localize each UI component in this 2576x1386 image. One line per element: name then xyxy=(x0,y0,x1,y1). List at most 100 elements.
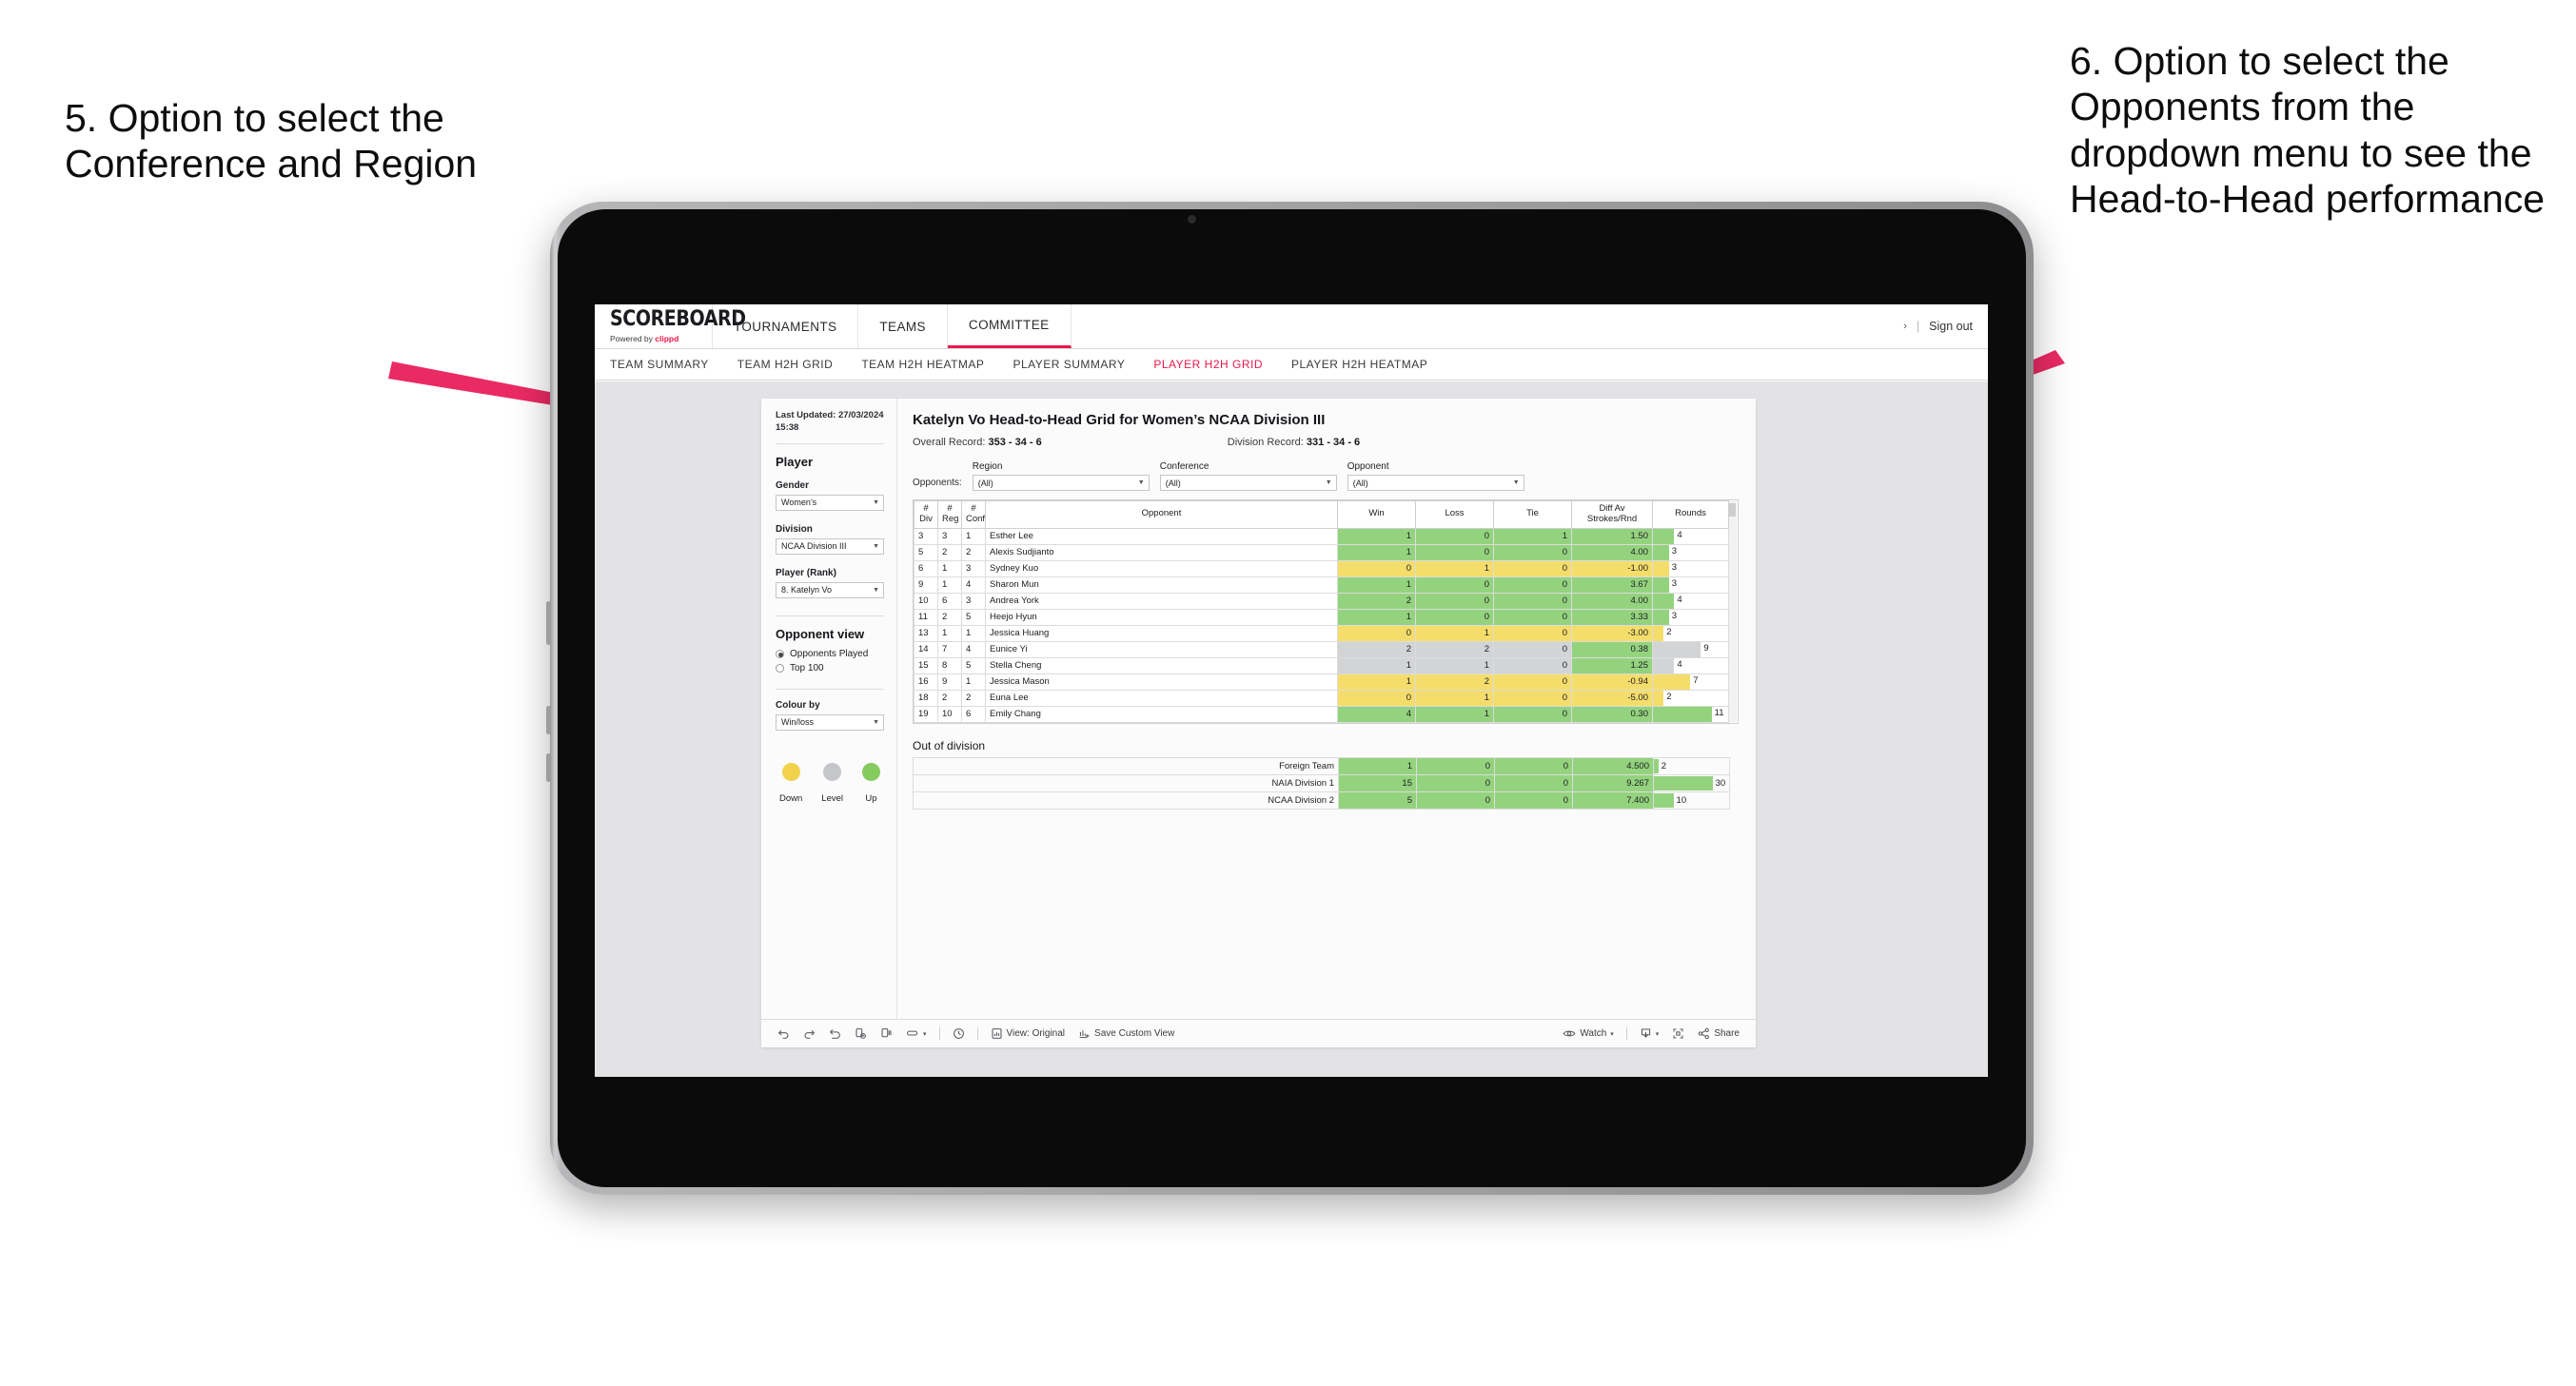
cell-loss: 0 xyxy=(1415,608,1494,626)
conference-select[interactable]: (All) ▼ xyxy=(1159,475,1337,491)
power-button[interactable] xyxy=(546,601,551,645)
visualization-body: Last Updated: 27/03/2024 15:38 Player Ge… xyxy=(761,399,1756,1019)
subnav-player-summary[interactable]: PLAYER SUMMARY xyxy=(1013,358,1125,371)
cell-reg: 11 xyxy=(937,721,962,723)
table-vertical-scrollbar[interactable] xyxy=(1728,501,1737,722)
opponent-select[interactable]: (All) ▼ xyxy=(1347,475,1524,491)
highlight-dropdown-button[interactable]: ▾ xyxy=(899,1027,934,1040)
chevron-down-icon: ▼ xyxy=(1137,479,1145,486)
rounds-value: 9 xyxy=(1703,642,1709,654)
cell-rounds: 2 xyxy=(1652,624,1729,642)
ood-rounds: 10 xyxy=(1653,791,1730,810)
cell-tie: 0 xyxy=(1493,689,1572,707)
subnav-team-summary[interactable]: TEAM SUMMARY xyxy=(610,358,709,371)
division-select[interactable]: NCAA Division III ▼ xyxy=(776,537,884,555)
table-row[interactable]: 5 2 2 Alexis Sudjianto 1 0 0 4.00 3 xyxy=(914,543,1729,561)
colour-legend: Down Level Up xyxy=(776,762,884,806)
volume-down-button[interactable] xyxy=(546,753,551,782)
pause-auto-update-button[interactable] xyxy=(946,1027,972,1040)
cell-win: 1 xyxy=(1337,543,1416,561)
table-row[interactable]: 6 1 3 Sydney Kuo 0 1 0 -1.00 3 xyxy=(914,559,1729,577)
divider xyxy=(776,688,884,690)
conference-caption: Conference xyxy=(1159,461,1209,472)
table-row[interactable]: 14 7 4 Eunice Yi 2 2 0 0.38 9 xyxy=(914,640,1729,658)
table-row[interactable]: 9 1 4 Sharon Mun 1 0 0 3.67 3 xyxy=(914,576,1729,594)
opponent-caption: Opponent xyxy=(1347,461,1389,472)
player-rank-value: 8. Katelyn Vo xyxy=(781,585,833,595)
colour-by-select[interactable]: Win/loss ▼ xyxy=(776,713,884,731)
download-button[interactable]: ▾ xyxy=(1633,1027,1666,1040)
topnav-teams[interactable]: TEAMS xyxy=(858,304,948,348)
rounds-value: 3 xyxy=(1671,561,1678,573)
table-row[interactable]: 20117Federica Domecq Lacroze2101.336 xyxy=(914,721,1729,723)
subnav-player-h2h-heatmap[interactable]: PLAYER H2H HEATMAP xyxy=(1291,358,1427,371)
scrollbar-thumb[interactable] xyxy=(1728,503,1736,517)
cell-rounds: 3 xyxy=(1652,559,1729,577)
cell-win: 1 xyxy=(1337,656,1416,674)
cell-loss: 0 xyxy=(1415,543,1494,561)
table-row[interactable]: 11 2 5 Heejo Hyun 1 0 0 3.33 3 xyxy=(914,608,1729,626)
subnav-player-h2h-grid[interactable]: PLAYER H2H GRID xyxy=(1153,358,1263,371)
cell-reg: 1 xyxy=(937,624,962,642)
redo-button[interactable] xyxy=(796,1027,822,1040)
subnav-team-h2h-grid[interactable]: TEAM H2H GRID xyxy=(737,358,834,371)
out-of-division-row[interactable]: NCAA Division 2 5 0 0 7.400 10 xyxy=(913,791,1730,810)
save-custom-view-label: Save Custom View xyxy=(1094,1028,1175,1039)
share-button[interactable]: Share xyxy=(1691,1027,1746,1040)
table-row[interactable]: 13 1 1 Jessica Huang 0 1 0 -3.00 2 xyxy=(914,624,1729,642)
topbar-separator: | xyxy=(1916,320,1920,333)
revert-button[interactable] xyxy=(822,1027,848,1040)
undo-button[interactable] xyxy=(771,1027,796,1040)
subnav-team-h2h-heatmap[interactable]: TEAM H2H HEATMAP xyxy=(861,358,984,371)
division-value: NCAA Division III xyxy=(781,541,847,552)
cell-reg: 6 xyxy=(937,592,962,610)
table-row[interactable]: 10 6 3 Andrea York 2 0 0 4.00 4 xyxy=(914,592,1729,610)
radio-opponents-played[interactable]: Opponents Played xyxy=(776,649,884,659)
cell-reg: 3 xyxy=(937,527,962,545)
volume-up-button[interactable] xyxy=(546,706,551,734)
ood-win: 15 xyxy=(1338,774,1417,792)
watch-button[interactable]: Watch ▾ xyxy=(1556,1027,1620,1040)
table-row[interactable]: 3 3 1 Esther Lee 1 0 1 1.50 4 xyxy=(914,527,1729,545)
sub-navigation-bar: TEAM SUMMARY TEAM H2H GRID TEAM H2H HEAT… xyxy=(595,349,1988,381)
cell-win: 1 xyxy=(1337,673,1416,691)
workspace: Last Updated: 27/03/2024 15:38 Player Ge… xyxy=(595,381,1988,1077)
chevron-right-icon[interactable]: › xyxy=(1903,321,1907,332)
topnav-committee[interactable]: COMMITTEE xyxy=(947,304,1072,348)
save-custom-view-button[interactable]: Save Custom View xyxy=(1072,1027,1181,1040)
cell-rounds: 7 xyxy=(1652,673,1729,691)
table-row[interactable]: 16 9 1 Jessica Mason 1 2 0 -0.94 7 xyxy=(914,673,1729,691)
cell-win: 1 xyxy=(1337,527,1416,545)
fullscreen-button[interactable] xyxy=(1665,1027,1691,1040)
cell-opponent: Euna Lee xyxy=(985,689,1338,707)
legend-dot-down xyxy=(781,762,800,781)
out-of-division-row[interactable]: NAIA Division 1 15 0 0 9.267 30 xyxy=(913,774,1730,792)
table-row[interactable]: 15 8 5 Stella Cheng 1 1 0 1.25 4 xyxy=(914,656,1729,674)
filter-region: Region (All) ▼ xyxy=(972,461,1150,491)
view-original-button[interactable]: View: Original xyxy=(984,1027,1072,1040)
app-logo[interactable]: SCOREBOARD Powered by clippd xyxy=(595,304,746,348)
player-rank-select[interactable]: 8. Katelyn Vo ▼ xyxy=(776,581,884,598)
cell-loss: 1 xyxy=(1415,559,1494,577)
radio-top-100[interactable]: Top 100 xyxy=(776,663,884,673)
legend-dot-up xyxy=(861,762,880,781)
cell-rounds: 6 xyxy=(1652,721,1729,723)
cell-div: 14 xyxy=(914,640,938,658)
cell-conf: 4 xyxy=(961,640,986,658)
table-row[interactable]: 18 2 2 Euna Lee 0 1 0 -5.00 2 xyxy=(914,689,1729,707)
filter-sidebar: Last Updated: 27/03/2024 15:38 Player Ge… xyxy=(761,399,897,1019)
cell-loss: 1 xyxy=(1415,705,1494,723)
refresh-data-button[interactable] xyxy=(848,1027,874,1040)
opponent-view-title: Opponent view xyxy=(776,626,865,641)
cell-reg: 1 xyxy=(937,576,962,594)
out-of-division-row[interactable]: Foreign Team 1 0 0 4.500 2 xyxy=(913,757,1730,775)
region-select[interactable]: (All) ▼ xyxy=(972,475,1150,491)
cell-reg: 2 xyxy=(937,543,962,561)
front-camera xyxy=(1187,215,1196,224)
sign-out-link[interactable]: Sign out xyxy=(1929,320,1973,333)
pause-updates-button[interactable] xyxy=(874,1027,899,1040)
table-row[interactable]: 19 10 6 Emily Chang 4 1 0 0.30 11 xyxy=(914,705,1729,723)
gender-select[interactable]: Women’s ▼ xyxy=(776,494,884,511)
cell-loss: 2 xyxy=(1415,640,1494,658)
cell-diff: -0.94 xyxy=(1571,673,1653,691)
